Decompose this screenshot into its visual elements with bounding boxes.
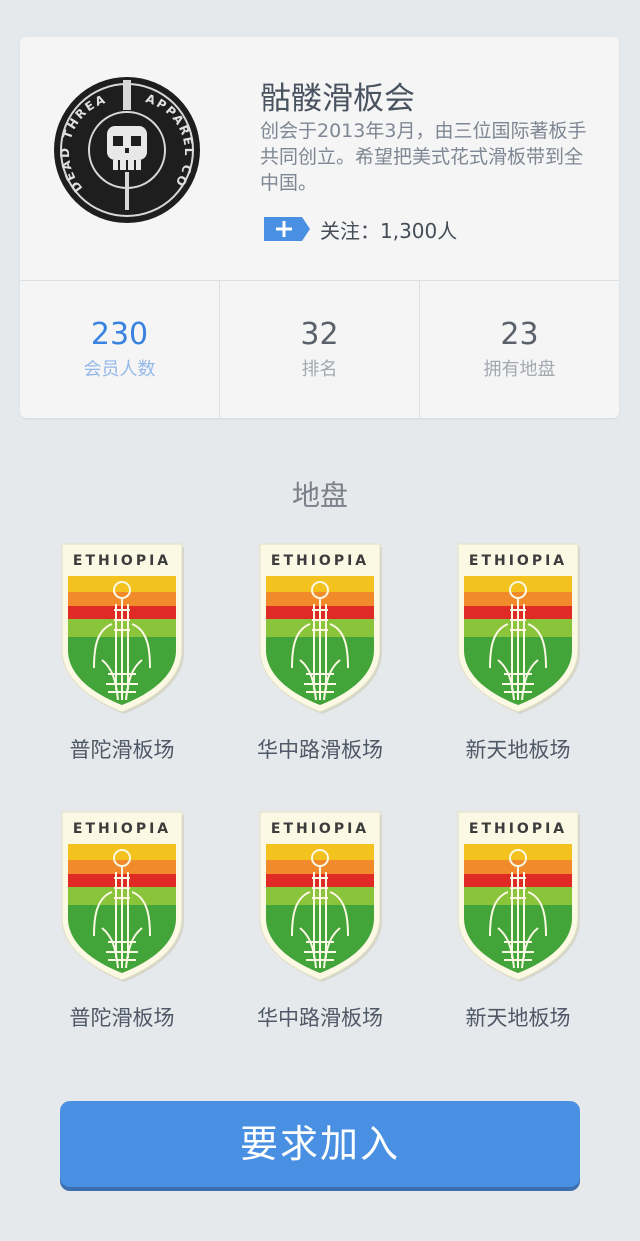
- spot-label: 普陀滑板场: [69, 1006, 175, 1030]
- shield-badge-graphic: ETHIOPIA: [61, 811, 184, 982]
- badge-text: ETHIOPIA: [271, 553, 369, 569]
- territory-spot[interactable]: ETHIOPIA 普陀滑板场: [32, 808, 212, 1032]
- club-description: 创会于2013年3月，由三位国际著板手共同创立。希望把美式花式滑板带到全中国。: [260, 120, 587, 194]
- shield-badge-graphic: ETHIOPIA: [457, 543, 580, 714]
- shield-badge-graphic: ETHIOPIA: [61, 543, 184, 714]
- follow-button[interactable]: [264, 217, 310, 241]
- badge-icon: ETHIOPIA: [428, 808, 608, 984]
- badge-text: ETHIOPIA: [271, 821, 369, 837]
- spot-label: 华中路滑板场: [257, 1006, 383, 1030]
- follow-row: 关注：1,300人: [264, 215, 457, 243]
- follower-count: 关注：1,300人: [320, 218, 458, 243]
- join-button[interactable]: 要求加入: [60, 1101, 580, 1187]
- stat-label: 会员人数: [83, 359, 156, 380]
- shield-badge-graphic: ETHIOPIA: [259, 811, 382, 982]
- badge-text: ETHIOPIA: [469, 553, 567, 569]
- spot-label: 普陀滑板场: [69, 738, 175, 762]
- territory-spot[interactable]: ETHIOPIA 华中路滑板场: [230, 808, 410, 1032]
- territory-spot[interactable]: ETHIOPIA 新天地板场: [428, 808, 608, 1032]
- shield-badge-graphic: ETHIOPIA: [259, 543, 382, 714]
- plus-icon: [264, 217, 310, 241]
- club-name: 骷髅滑板会: [260, 81, 415, 117]
- territory-spot[interactable]: ETHIOPIA 新天地板场: [428, 540, 608, 764]
- badge-icon: ETHIOPIA: [230, 540, 410, 716]
- badge-icon: ETHIOPIA: [230, 808, 410, 984]
- badge-text: ETHIOPIA: [73, 821, 171, 837]
- stat-label: 拥有地盘: [483, 359, 556, 380]
- club-logo: DEAD THREADS APPAREL CORP: [47, 65, 201, 224]
- club-card: DEAD THREADS APPAREL CORP 骷髅滑板会 创会于2013年…: [20, 37, 619, 418]
- territory-spot[interactable]: ETHIOPIA 普陀滑板场: [32, 540, 212, 764]
- badge-text: ETHIOPIA: [469, 821, 567, 837]
- badge-icon: ETHIOPIA: [428, 540, 608, 716]
- stat-members[interactable]: 230 会员人数: [20, 281, 219, 418]
- badge-icon: ETHIOPIA: [32, 540, 212, 716]
- territory-spot[interactable]: ETHIOPIA 华中路滑板场: [230, 540, 410, 764]
- spot-label: 华中路滑板场: [257, 738, 383, 762]
- badge-text: ETHIOPIA: [73, 553, 171, 569]
- stats-row: 230 会员人数 32 排名 23 拥有地盘: [20, 281, 619, 418]
- badge-icon: ETHIOPIA: [32, 808, 212, 984]
- stat-territory[interactable]: 23 拥有地盘: [419, 281, 619, 418]
- stat-value: 230: [90, 317, 149, 352]
- stat-label: 排名: [301, 359, 338, 380]
- stat-rank[interactable]: 32 排名: [219, 281, 419, 418]
- stat-value: 32: [300, 317, 339, 352]
- shield-badge-graphic: ETHIOPIA: [457, 811, 580, 982]
- section-title: 地盘: [291, 479, 348, 512]
- spot-label: 新天地板场: [465, 738, 571, 762]
- stat-value: 23: [500, 317, 539, 352]
- spot-label: 新天地板场: [465, 1006, 571, 1030]
